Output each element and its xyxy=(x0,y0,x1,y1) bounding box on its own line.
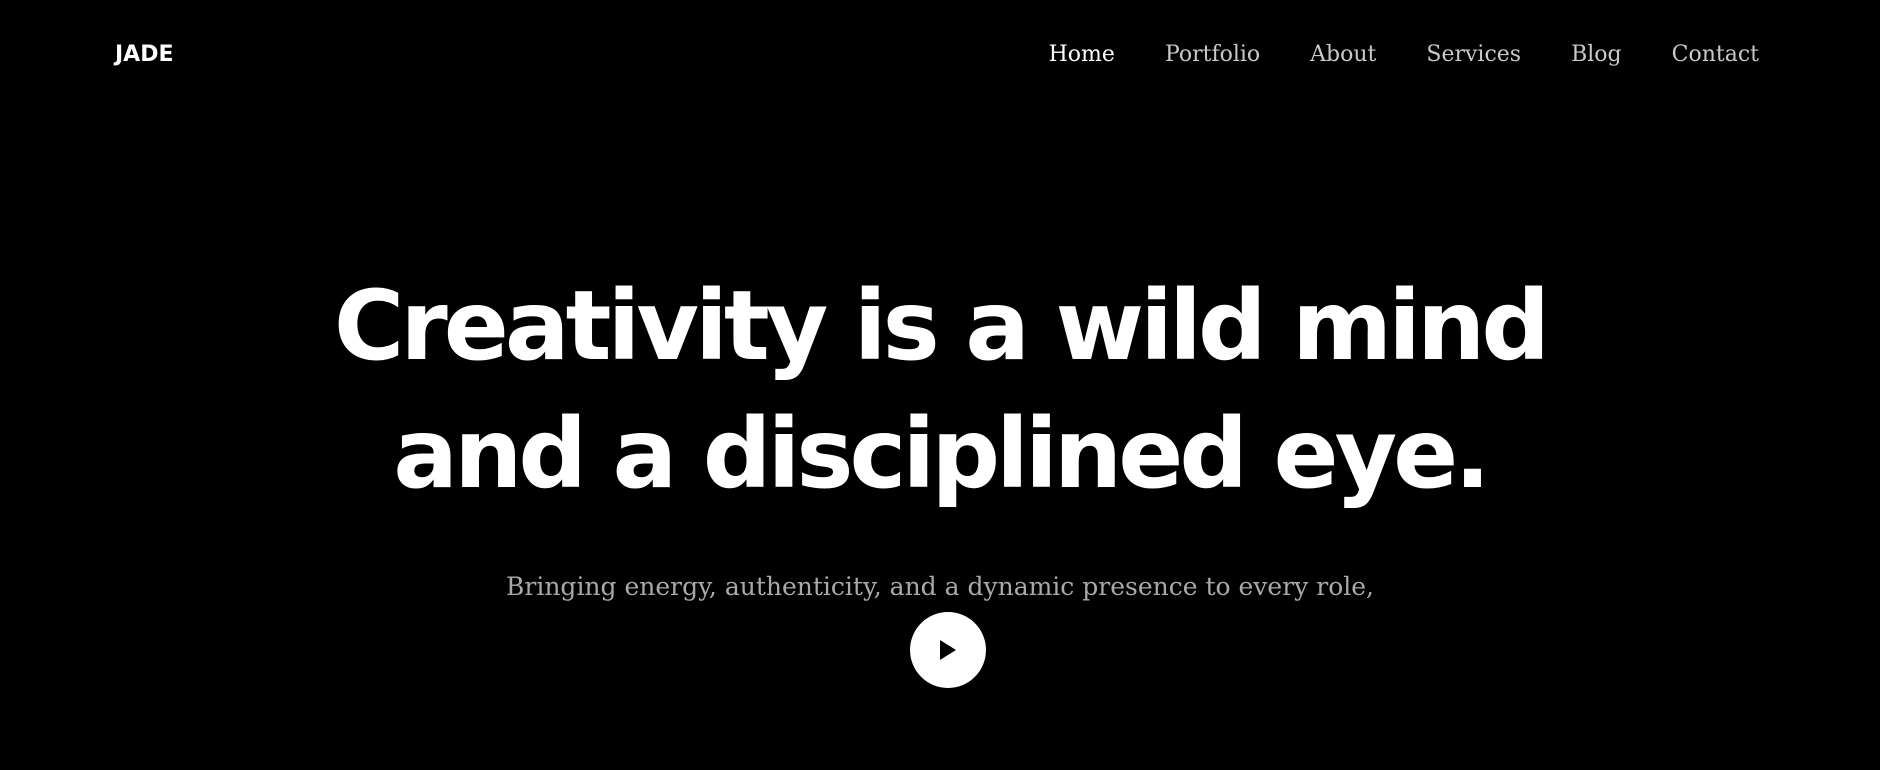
main-nav: Home Portfolio About Services Blog Conta… xyxy=(1049,42,1759,67)
nav-link-about[interactable]: About xyxy=(1310,42,1376,67)
hero-headline: Creativity is a wild mind and a discipli… xyxy=(0,262,1880,518)
hero-section: Creativity is a wild mind and a discipli… xyxy=(0,262,1880,518)
nav-link-home[interactable]: Home xyxy=(1049,42,1115,67)
play-icon xyxy=(940,640,956,660)
play-video-button[interactable] xyxy=(910,612,986,688)
nav-link-services[interactable]: Services xyxy=(1426,42,1521,67)
hero-subtitle: Bringing energy, authenticity, and a dyn… xyxy=(506,572,1374,601)
nav-link-blog[interactable]: Blog xyxy=(1571,42,1622,67)
hero-headline-line-2: and a disciplined eye. xyxy=(393,398,1490,510)
nav-link-contact[interactable]: Contact xyxy=(1672,42,1759,67)
site-logo[interactable]: JADE xyxy=(115,42,174,67)
nav-link-portfolio[interactable]: Portfolio xyxy=(1165,42,1260,67)
hero-headline-line-1: Creativity is a wild mind xyxy=(333,270,1550,382)
